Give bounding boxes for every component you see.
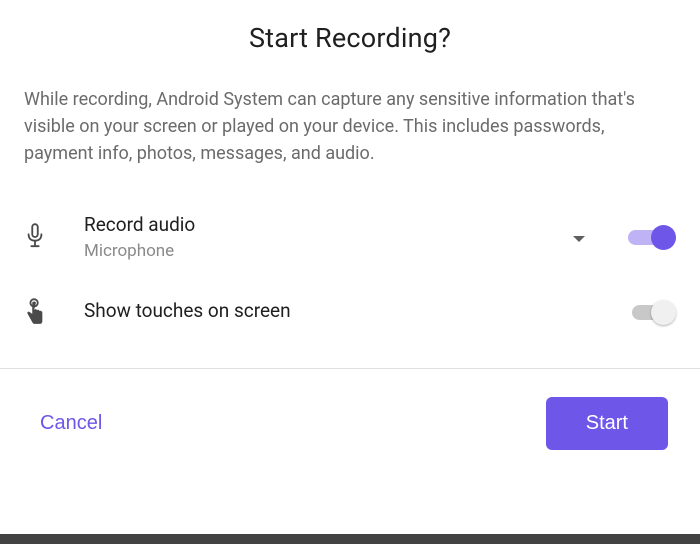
show-touches-toggle[interactable] <box>632 298 676 326</box>
record-audio-toggle[interactable] <box>628 223 676 251</box>
dialog-title: Start Recording? <box>24 22 676 54</box>
microphone-icon <box>24 223 56 251</box>
dialog-body-text: While recording, Android System can capt… <box>24 86 676 167</box>
audio-source-dropdown[interactable] <box>572 228 586 247</box>
recording-dialog: Start Recording? While recording, Androi… <box>0 0 700 369</box>
record-audio-row: Record audio Microphone <box>24 203 676 272</box>
cancel-button[interactable]: Cancel <box>40 412 102 435</box>
show-touches-title: Show touches on screen <box>84 299 632 324</box>
record-audio-title: Record audio <box>84 213 572 238</box>
dialog-footer: Cancel Start <box>0 369 700 478</box>
record-audio-text: Record audio Microphone <box>56 213 572 262</box>
nav-bar <box>0 534 700 544</box>
show-touches-text: Show touches on screen <box>56 299 632 324</box>
show-touches-row: Show touches on screen <box>24 284 676 340</box>
record-audio-source: Microphone <box>84 240 572 262</box>
start-button[interactable]: Start <box>546 397 668 450</box>
touch-icon <box>24 298 56 326</box>
